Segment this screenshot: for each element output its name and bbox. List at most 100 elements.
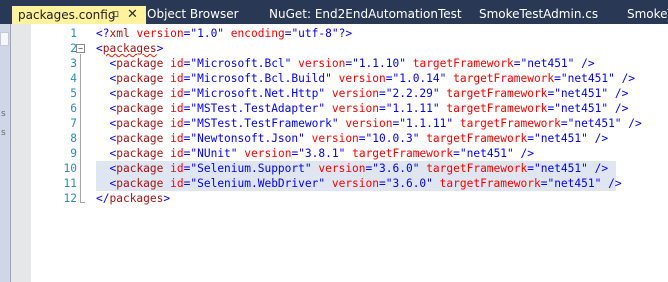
code-line[interactable]: 3 <package id="Microsoft.Bcl" version="1… bbox=[11, 56, 668, 71]
tab-smoketest-partial[interactable]: SmokeTe bbox=[627, 5, 668, 24]
line-number: 5 bbox=[70, 87, 77, 100]
code-line[interactable]: 10 <package id="Selenium.Support" versio… bbox=[11, 161, 668, 176]
xml-bracket: </ bbox=[96, 192, 110, 205]
xml-attribute-value: "MSTest.TestFramework" bbox=[190, 117, 339, 130]
code-text: <?xml version="1.0" encoding="utf-8"?> bbox=[96, 26, 352, 41]
code-line[interactable]: 12 </packages> bbox=[11, 191, 668, 206]
xml-bracket: > bbox=[163, 192, 171, 205]
code-line[interactable]: 4 <package id="Microsoft.Bcl.Build" vers… bbox=[11, 71, 668, 86]
xml-attribute-name: targetFramework bbox=[426, 132, 528, 145]
code-line[interactable]: 8 <package id="Newtonsoft.Json" version=… bbox=[11, 131, 668, 146]
xml-attribute-name: targetFramework bbox=[446, 102, 548, 115]
code-token: = bbox=[379, 177, 386, 190]
xml-attribute-name: version bbox=[331, 177, 379, 190]
xml-attribute-name: id bbox=[170, 72, 184, 85]
code-token: = bbox=[527, 132, 534, 145]
xml-attribute-value: "net451" bbox=[547, 177, 602, 190]
code-line[interactable]: 6 <package id="MSTest.TestAdapter" versi… bbox=[11, 101, 668, 116]
tab-object-browser[interactable]: Object Browser bbox=[147, 5, 239, 24]
xml-attribute-name: targetFramework bbox=[459, 117, 561, 130]
tab-label: packages.config bbox=[18, 8, 116, 22]
xml-element-name: package bbox=[116, 132, 164, 145]
xml-editor[interactable]: 1 <?xml version="1.0" encoding="utf-8"?> 2… bbox=[11, 24, 668, 282]
xml-attribute-value: "1.0.14" bbox=[392, 72, 447, 85]
xml-bracket: /> bbox=[594, 162, 609, 175]
collapse-icon[interactable]: − bbox=[76, 44, 85, 53]
xml-attribute-value: "3.6.0" bbox=[372, 162, 420, 175]
xml-attribute-name: version bbox=[331, 87, 379, 100]
close-icon[interactable]: ✕ bbox=[127, 6, 138, 24]
line-number: 3 bbox=[70, 57, 77, 70]
xml-attribute-name: version bbox=[318, 162, 366, 175]
xml-element-name: package bbox=[116, 87, 164, 100]
code-text: <package id="MSTest.TestAdapter" version… bbox=[96, 101, 628, 116]
xml-attribute-name: targetFramework bbox=[446, 87, 548, 100]
xml-attribute-name: targetFramework bbox=[412, 57, 514, 70]
xml-bracket: /> bbox=[608, 177, 622, 190]
code-text: <package id="Selenium.Support" version="… bbox=[96, 161, 608, 176]
xml-attribute-value: "net451" bbox=[533, 132, 588, 145]
xml-element-name: xml bbox=[109, 27, 130, 40]
code-line[interactable]: 2− <packages> bbox=[11, 41, 668, 56]
pin-icon[interactable]: ⊐ bbox=[111, 6, 119, 24]
line-number: 11 bbox=[63, 177, 77, 190]
code-token: = bbox=[560, 117, 568, 130]
code-text: <package id="Selenium.WebDriver" version… bbox=[96, 176, 622, 191]
xml-attribute-name: id bbox=[170, 162, 184, 175]
xml-attribute-name: id bbox=[170, 177, 184, 190]
code-line[interactable]: 1 <?xml version="1.0" encoding="utf-8"?> bbox=[11, 26, 668, 41]
xml-attribute-name: version bbox=[311, 132, 359, 145]
line-number: 2 bbox=[70, 42, 77, 55]
code-line[interactable]: 9 <package id="NUnit" version="3.8.1" ta… bbox=[11, 146, 668, 161]
xml-attribute-name: targetFramework bbox=[453, 72, 555, 85]
xml-attribute-value: "3.8.1" bbox=[298, 147, 346, 160]
xml-attribute-value: "net451" bbox=[520, 57, 575, 70]
tab-smoketestadmin-cs[interactable]: SmokeTestAdmin.cs bbox=[479, 5, 598, 24]
line-number: 10 bbox=[63, 162, 77, 175]
xml-attribute-value: "Selenium.WebDriver" bbox=[190, 177, 326, 190]
xml-attribute-name: version bbox=[244, 147, 292, 160]
document-tab-strip: packages.config ⊐ ✕ Object Browser NuGet… bbox=[0, 0, 668, 24]
code-text: <package id="MSTest.TestFramework" versi… bbox=[96, 116, 642, 131]
xml-attribute-name: id bbox=[170, 87, 184, 100]
xml-element-name: package bbox=[116, 57, 164, 70]
code-token: = bbox=[379, 87, 386, 100]
xml-attribute-name: version bbox=[136, 27, 184, 40]
xml-attribute-name: version bbox=[331, 102, 379, 115]
tool-window-tab[interactable] bbox=[0, 32, 9, 46]
tab-packages-config[interactable]: packages.config ⊐ ✕ bbox=[12, 6, 146, 24]
xml-bracket: /> bbox=[628, 117, 642, 130]
xml-attribute-value: "3.6.0" bbox=[385, 177, 433, 190]
xml-attribute-value: "net451" bbox=[533, 162, 588, 175]
xml-bracket: /> bbox=[520, 147, 535, 160]
xml-element-name: package bbox=[116, 162, 164, 175]
xml-bracket: /> bbox=[614, 102, 629, 115]
xml-attribute-name: encoding bbox=[230, 27, 285, 40]
xml-attribute-name: version bbox=[345, 117, 393, 130]
xml-attribute-value: "net451" bbox=[554, 102, 609, 115]
code-line[interactable]: 11 <package id="Selenium.WebDriver" vers… bbox=[11, 176, 668, 191]
xml-attribute-value: "2.2.29" bbox=[385, 87, 440, 100]
xml-attribute-value: "net451" bbox=[560, 72, 615, 85]
tab-nuget-end2endautomationtest[interactable]: NuGet: End2EndAutomationTest bbox=[269, 5, 462, 24]
xml-bracket: < bbox=[96, 42, 103, 55]
xml-attribute-value: "net451" bbox=[554, 87, 609, 100]
xml-attribute-value: "Microsoft.Net.Http" bbox=[190, 87, 326, 100]
code-line[interactable]: 7 <package id="MSTest.TestFramework" ver… bbox=[11, 116, 668, 131]
tool-strip-glyph: s bbox=[1, 109, 6, 119]
code-line[interactable]: 5 <package id="Microsoft.Net.Http" versi… bbox=[11, 86, 668, 101]
xml-attribute-name: id bbox=[170, 132, 184, 145]
xml-attribute-value: "Microsoft.Bcl" bbox=[190, 57, 292, 70]
